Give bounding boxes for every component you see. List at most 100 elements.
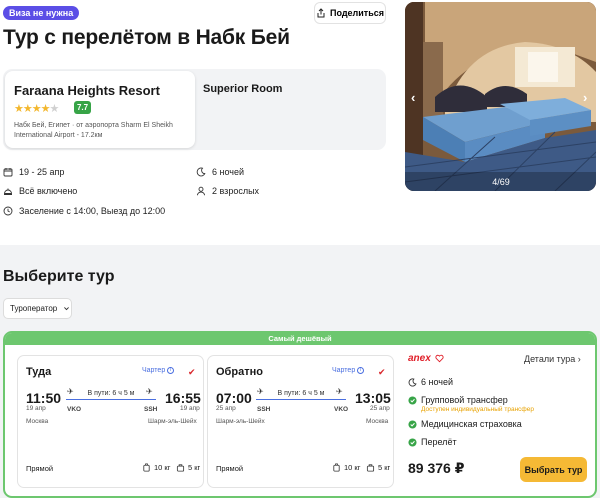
charter-tag[interactable]: Чартер i [142, 367, 175, 374]
outbound-flight[interactable]: Туда Чартер i ✔ 11:50 19 апр ✈ В пути: 6 … [17, 355, 204, 488]
chevron-right-icon: › [577, 354, 581, 364]
return-flight[interactable]: Обратно Чартер i ✔ 07:00 25 апр ✈ В пути:… [207, 355, 394, 488]
guests-text: 2 взрослых [212, 186, 260, 196]
leg-title: Обратно [216, 366, 263, 378]
feature-text: Медицинская страховка [421, 419, 522, 429]
moon-icon [408, 377, 417, 386]
transfer-note: Доступен индивидуальный трансфер [421, 406, 534, 413]
clock-icon [3, 206, 13, 216]
share-label: Поделиться [329, 8, 384, 18]
share-button[interactable]: Поделиться [314, 2, 386, 24]
operator-filter-select[interactable]: Туроператор [3, 298, 72, 319]
info-icon: i [167, 367, 175, 374]
hotel-panel: Faraana Heights Resort ★★★★★ 7.7 Набк Бе… [3, 69, 386, 150]
hotel-room-photo [405, 2, 596, 191]
arrival-city: Москва [366, 418, 389, 425]
room-name: Superior Room [203, 83, 283, 95]
landing-icon: ✈ [336, 387, 343, 396]
bag-icon [366, 464, 375, 472]
page-title: Тур с перелётом в Набк Бей [3, 26, 290, 49]
hotel-location: Набк Бей, Египет · от аэропорта Sharm El… [14, 122, 173, 139]
checked-baggage: 10 кг [142, 463, 170, 472]
share-icon [317, 8, 325, 18]
hotel-name[interactable]: Faraana Heights Resort [14, 83, 160, 98]
departure-time: 11:50 [26, 390, 62, 406]
food-dome-icon [4, 188, 12, 195]
heart-icon[interactable] [435, 354, 444, 363]
duration-line [256, 399, 346, 400]
check-circle-icon [408, 419, 417, 429]
tour-details-link[interactable]: Детали тура › [524, 354, 581, 364]
cabin-baggage: 5 кг [366, 463, 390, 472]
choose-tour-button[interactable]: Выбрать тур [520, 457, 587, 482]
duration-line [66, 399, 156, 400]
landing-icon: ✈ [146, 387, 153, 396]
suitcase-icon [333, 463, 340, 472]
nights-feature: 6 ночей [408, 377, 453, 387]
leg-title: Туда [26, 366, 52, 378]
tour-details-label: Детали тура [524, 354, 576, 364]
charter-tag[interactable]: Чартер i [332, 367, 365, 374]
info-icon: i [357, 367, 365, 374]
checked-baggage-weight: 10 кг [154, 463, 171, 472]
check-circle-icon [408, 395, 417, 405]
nights-text: 6 ночей [421, 377, 454, 387]
arrival-city: Шарм-эль-Шейх [148, 418, 197, 425]
checkin-text: Заселение с 14:00, Выезд до 12:00 [19, 206, 166, 216]
meals-info: Всё включено [3, 186, 77, 196]
flight-duration: В пути: 6 ч 5 м [277, 390, 325, 397]
guests-info: 2 взрослых [196, 186, 259, 196]
check-circle-icon [408, 437, 417, 447]
dates-text: 19 - 25 апр [19, 167, 65, 177]
cabin-baggage: 5 кг [176, 463, 200, 472]
tour-card: Самый дешёвый Туда Чартер i ✔ 11:50 19 ап… [3, 331, 597, 498]
tour-header-section: Виза не нужна Поделиться Тур с перелётом… [0, 0, 600, 245]
charter-label: Чартер [142, 367, 166, 374]
arrival-code: VKO [334, 406, 349, 413]
bag-icon [176, 464, 185, 472]
arrival-date: 25 апр [370, 405, 390, 412]
hotel-card[interactable]: Faraana Heights Resort ★★★★★ 7.7 Набк Бе… [5, 71, 195, 148]
charter-label: Чартер [332, 367, 356, 374]
tour-price: 89 376 ₽ [408, 460, 465, 476]
operator-name: anex [408, 353, 431, 364]
person-icon [197, 186, 205, 196]
dates-info: 19 - 25 апр [3, 167, 64, 177]
flight-duration: В пути: 6 ч 5 м [87, 390, 135, 397]
suitcase-icon [143, 463, 150, 472]
departure-city: Москва [26, 418, 49, 425]
operator-filter-label: Туроператор [10, 304, 58, 313]
operator-logo: anex [408, 353, 444, 364]
arrival-time: 16:55 [165, 390, 201, 406]
checkin-info: Заселение с 14:00, Выезд до 12:00 [3, 206, 165, 216]
hotel-stars: ★★★★★ [14, 103, 59, 115]
visa-badge: Виза не нужна [3, 6, 80, 20]
photo-counter: 4/69 [492, 177, 510, 187]
cabin-baggage-weight: 5 кг [378, 463, 391, 472]
nights-text: 6 ночей [212, 167, 245, 177]
moon-icon [196, 167, 206, 177]
airline-logo-icon: ✔ [188, 367, 196, 377]
cheapest-banner: Самый дешёвый [5, 333, 595, 345]
checked-baggage: 10 кг [332, 463, 360, 472]
arrival-time: 13:05 [355, 390, 391, 406]
tour-selection-section: Выберите тур Туроператор Самый дешёвый Т… [0, 245, 600, 498]
insurance-feature: Медицинская страховка [408, 419, 522, 429]
direct-flight: Прямой [216, 464, 244, 473]
checked-baggage-weight: 10 кг [344, 463, 361, 472]
gallery-next-icon[interactable]: › [583, 90, 587, 105]
chevron-down-icon [64, 307, 70, 311]
calendar-icon [3, 168, 13, 177]
departure-code: VKO [67, 406, 82, 413]
direct-flight: Прямой [26, 464, 54, 473]
flight-feature: Перелёт [408, 437, 457, 447]
meals-text: Всё включено [19, 186, 78, 196]
arrival-code: SSH [144, 406, 158, 413]
airline-logo-icon: ✔ [378, 367, 386, 377]
departure-city: Шарм-эль-Шейх [216, 418, 265, 425]
feature-text: Групповой трансфер [421, 395, 508, 405]
gallery-prev-icon[interactable]: ‹ [411, 90, 415, 105]
hotel-photo-gallery[interactable]: ‹ › 4/69 [405, 2, 596, 191]
departure-time: 07:00 [216, 390, 252, 406]
departure-date: 25 апр [216, 405, 236, 412]
